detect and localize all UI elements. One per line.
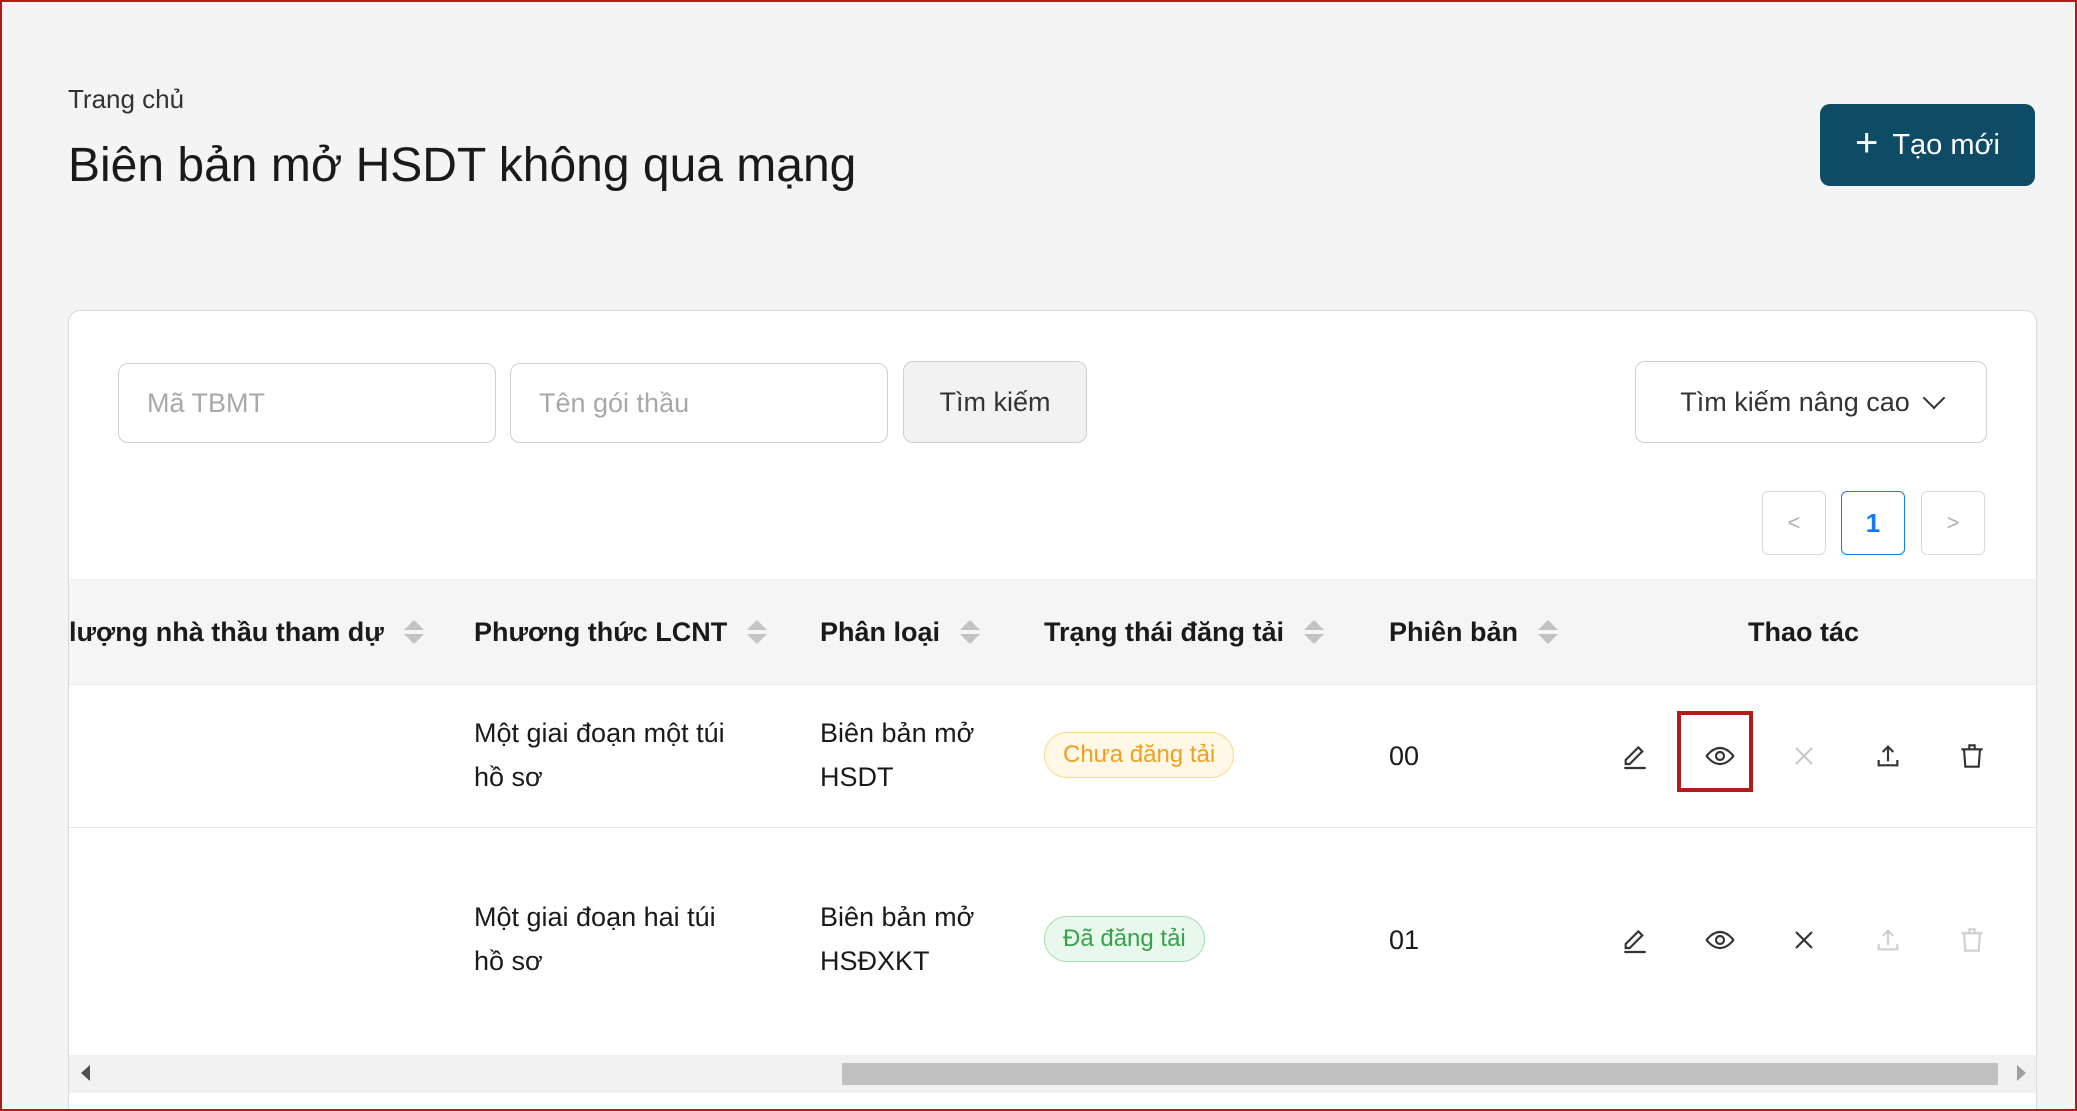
pencil-icon (1624, 929, 1646, 954)
category-cell: Biên bản mở HSĐXKT (820, 902, 975, 976)
create-new-button[interactable]: + Tạo mới (1820, 104, 2035, 186)
column-status-label: Trạng thái đăng tải (1044, 616, 1285, 647)
sort-icon[interactable] (403, 620, 424, 644)
delete-button[interactable] (1947, 731, 1997, 781)
status-badge: Đã đăng tải (1044, 916, 1205, 962)
status-badge: Chưa đăng tải (1044, 732, 1235, 778)
cancel-button[interactable] (1779, 915, 1829, 965)
search-button[interactable]: Tìm kiếm (903, 361, 1087, 443)
column-bidders[interactable]: lượng nhà thầu tham dự (69, 579, 424, 685)
column-method[interactable]: Phương thức LCNT (474, 579, 768, 685)
publish-button[interactable] (1863, 915, 1913, 965)
edit-button[interactable] (1610, 915, 1660, 965)
trash-icon (1961, 928, 1983, 952)
table-header: lượng nhà thầu tham dự Phương thức LCNT … (69, 579, 2036, 685)
column-status[interactable]: Trạng thái đăng tải (1044, 579, 1325, 685)
horizontal-scrollbar[interactable] (69, 1055, 2036, 1093)
scroll-right-icon[interactable] (2017, 1065, 2026, 1081)
view-button[interactable] (1695, 915, 1745, 965)
list-card: Tìm kiếm Tìm kiếm nâng cao < 1 > lượng n… (68, 310, 2037, 1109)
column-version-label: Phiên bản (1389, 616, 1519, 647)
table-row: Một giai đoạn hai túi hồ sơ Biên bản mở … (69, 828, 2036, 1055)
version-cell: 01 (1389, 925, 1420, 955)
column-category[interactable]: Phân loại (820, 579, 981, 685)
upload-icon (1877, 745, 1899, 767)
scroll-left-icon[interactable] (81, 1065, 90, 1081)
plus-icon: + (1854, 121, 1879, 165)
create-new-label: Tạo mới (1892, 128, 2000, 161)
sort-icon[interactable] (1538, 620, 1559, 644)
page-title: Biên bản mở HSDT không qua mạng (68, 139, 857, 192)
column-version[interactable]: Phiên bản (1389, 579, 1559, 685)
delete-button[interactable] (1947, 915, 1997, 965)
advanced-search-button[interactable]: Tìm kiếm nâng cao (1635, 361, 1987, 443)
cancel-button[interactable] (1779, 731, 1829, 781)
column-category-label: Phân loại (820, 616, 941, 647)
sort-icon[interactable] (960, 620, 981, 644)
column-actions: Thao tác (1748, 579, 1859, 685)
publish-button[interactable] (1863, 731, 1913, 781)
column-method-label: Phương thức LCNT (474, 616, 728, 647)
upload-icon (1877, 929, 1899, 951)
method-cell: Một giai đoạn một túi hồ sơ (474, 718, 725, 792)
column-bidders-label: lượng nhà thầu tham dự (69, 616, 384, 647)
method-cell: Một giai đoạn hai túi hồ sơ (474, 902, 716, 976)
advanced-search-label: Tìm kiếm nâng cao (1680, 386, 1910, 417)
close-icon (1795, 747, 1813, 765)
column-actions-label: Thao tác (1748, 616, 1860, 647)
search-button-label: Tìm kiếm (939, 386, 1051, 417)
code-search-input[interactable] (118, 363, 496, 443)
table-row: Một giai đoạn một túi hồ sơ Biên bản mở … (69, 685, 2036, 828)
breadcrumb[interactable]: Trang chủ (68, 84, 184, 115)
chevron-down-icon (1922, 386, 1946, 410)
eye-icon (1705, 930, 1735, 950)
close-icon (1795, 931, 1813, 949)
app-frame: Trang chủ Biên bản mở HSDT không qua mạn… (0, 0, 2077, 1111)
sort-icon[interactable] (1304, 620, 1325, 644)
sort-icon[interactable] (747, 620, 768, 644)
package-name-input[interactable] (510, 363, 888, 443)
pagination-page-1[interactable]: 1 (1841, 491, 1905, 555)
trash-icon (1961, 744, 1983, 768)
pagination-prev[interactable]: < (1762, 491, 1826, 555)
version-cell: 00 (1389, 741, 1420, 771)
scrollbar-thumb[interactable] (842, 1063, 1998, 1085)
pagination-next[interactable]: > (1921, 491, 1985, 555)
highlight-box (1677, 711, 1753, 792)
category-cell: Biên bản mở HSDT (820, 718, 975, 792)
edit-button[interactable] (1610, 731, 1660, 781)
pencil-icon (1624, 745, 1646, 770)
